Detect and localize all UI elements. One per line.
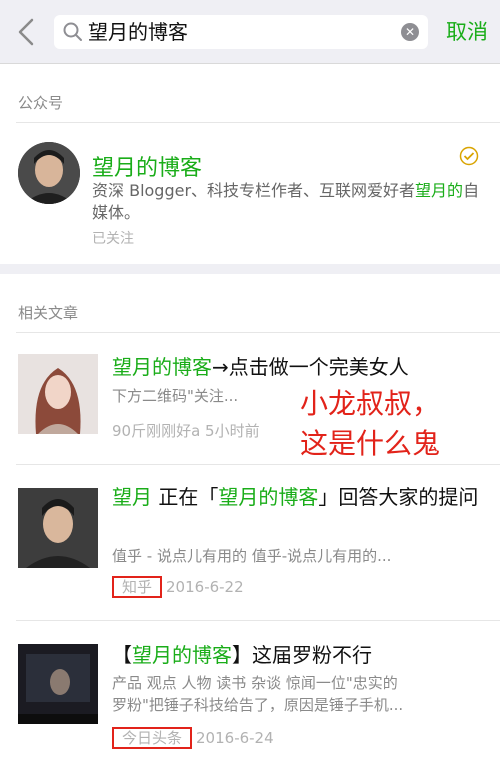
back-button[interactable] bbox=[12, 14, 42, 50]
red-annotation: 小龙叔叔， 这是什么鬼 bbox=[300, 387, 441, 460]
clear-icon[interactable]: ✕ bbox=[401, 23, 419, 41]
article-title[interactable]: 望月 正在「望月的博客」回答大家的提问 bbox=[112, 482, 482, 512]
search-bar-header: 望月的博客 ✕ 取消 bbox=[0, 0, 500, 64]
divider bbox=[16, 122, 500, 123]
verified-icon bbox=[459, 146, 479, 166]
article-title[interactable]: 望月的博客→点击做一个完美女人 bbox=[112, 352, 482, 382]
chevron-left-icon bbox=[18, 18, 34, 46]
section-title-articles: 相关文章 bbox=[18, 304, 79, 322]
source-label: 知乎 bbox=[112, 576, 163, 598]
search-field[interactable]: 望月的博客 ✕ bbox=[54, 15, 428, 49]
article-snippet: 值乎 - 说点儿有用的 值乎-说点儿有用的... bbox=[112, 547, 392, 565]
cancel-button[interactable]: 取消 bbox=[446, 18, 488, 46]
account-avatar bbox=[18, 142, 80, 204]
article-date: 2016-6-24 bbox=[196, 729, 274, 747]
article-thumbnail bbox=[18, 488, 98, 568]
article-meta: 90斤刚刚好a 5小时前 bbox=[112, 422, 260, 440]
account-name[interactable]: 望月的博客 bbox=[92, 150, 202, 182]
article-title[interactable]: 【望月的博客】这届罗粉不行 bbox=[112, 640, 482, 670]
article-meta: 知乎 2016-6-22 bbox=[112, 576, 244, 598]
account-description: 资深 Blogger、科技专栏作者、互联网爱好者望月的自媒体。 bbox=[92, 181, 480, 222]
section-title-accounts: 公众号 bbox=[18, 94, 64, 112]
follow-status: 已关注 bbox=[92, 231, 134, 247]
article-snippet: 下方二维码"关注... bbox=[112, 387, 239, 405]
search-input[interactable]: 望月的博客 bbox=[88, 20, 188, 44]
article-date: 2016-6-22 bbox=[166, 578, 244, 596]
source-label: 今日头条 bbox=[112, 727, 193, 749]
article-snippet: 产品 观点 人物 读书 杂谈 惊闻一位"忠实的 罗粉"把锤子科技给告了，原因是锤… bbox=[112, 674, 404, 714]
search-icon bbox=[63, 22, 82, 41]
article-meta: 今日头条 2016-6-24 bbox=[112, 727, 274, 749]
article-thumbnail bbox=[18, 644, 98, 724]
article-thumbnail bbox=[18, 354, 98, 434]
